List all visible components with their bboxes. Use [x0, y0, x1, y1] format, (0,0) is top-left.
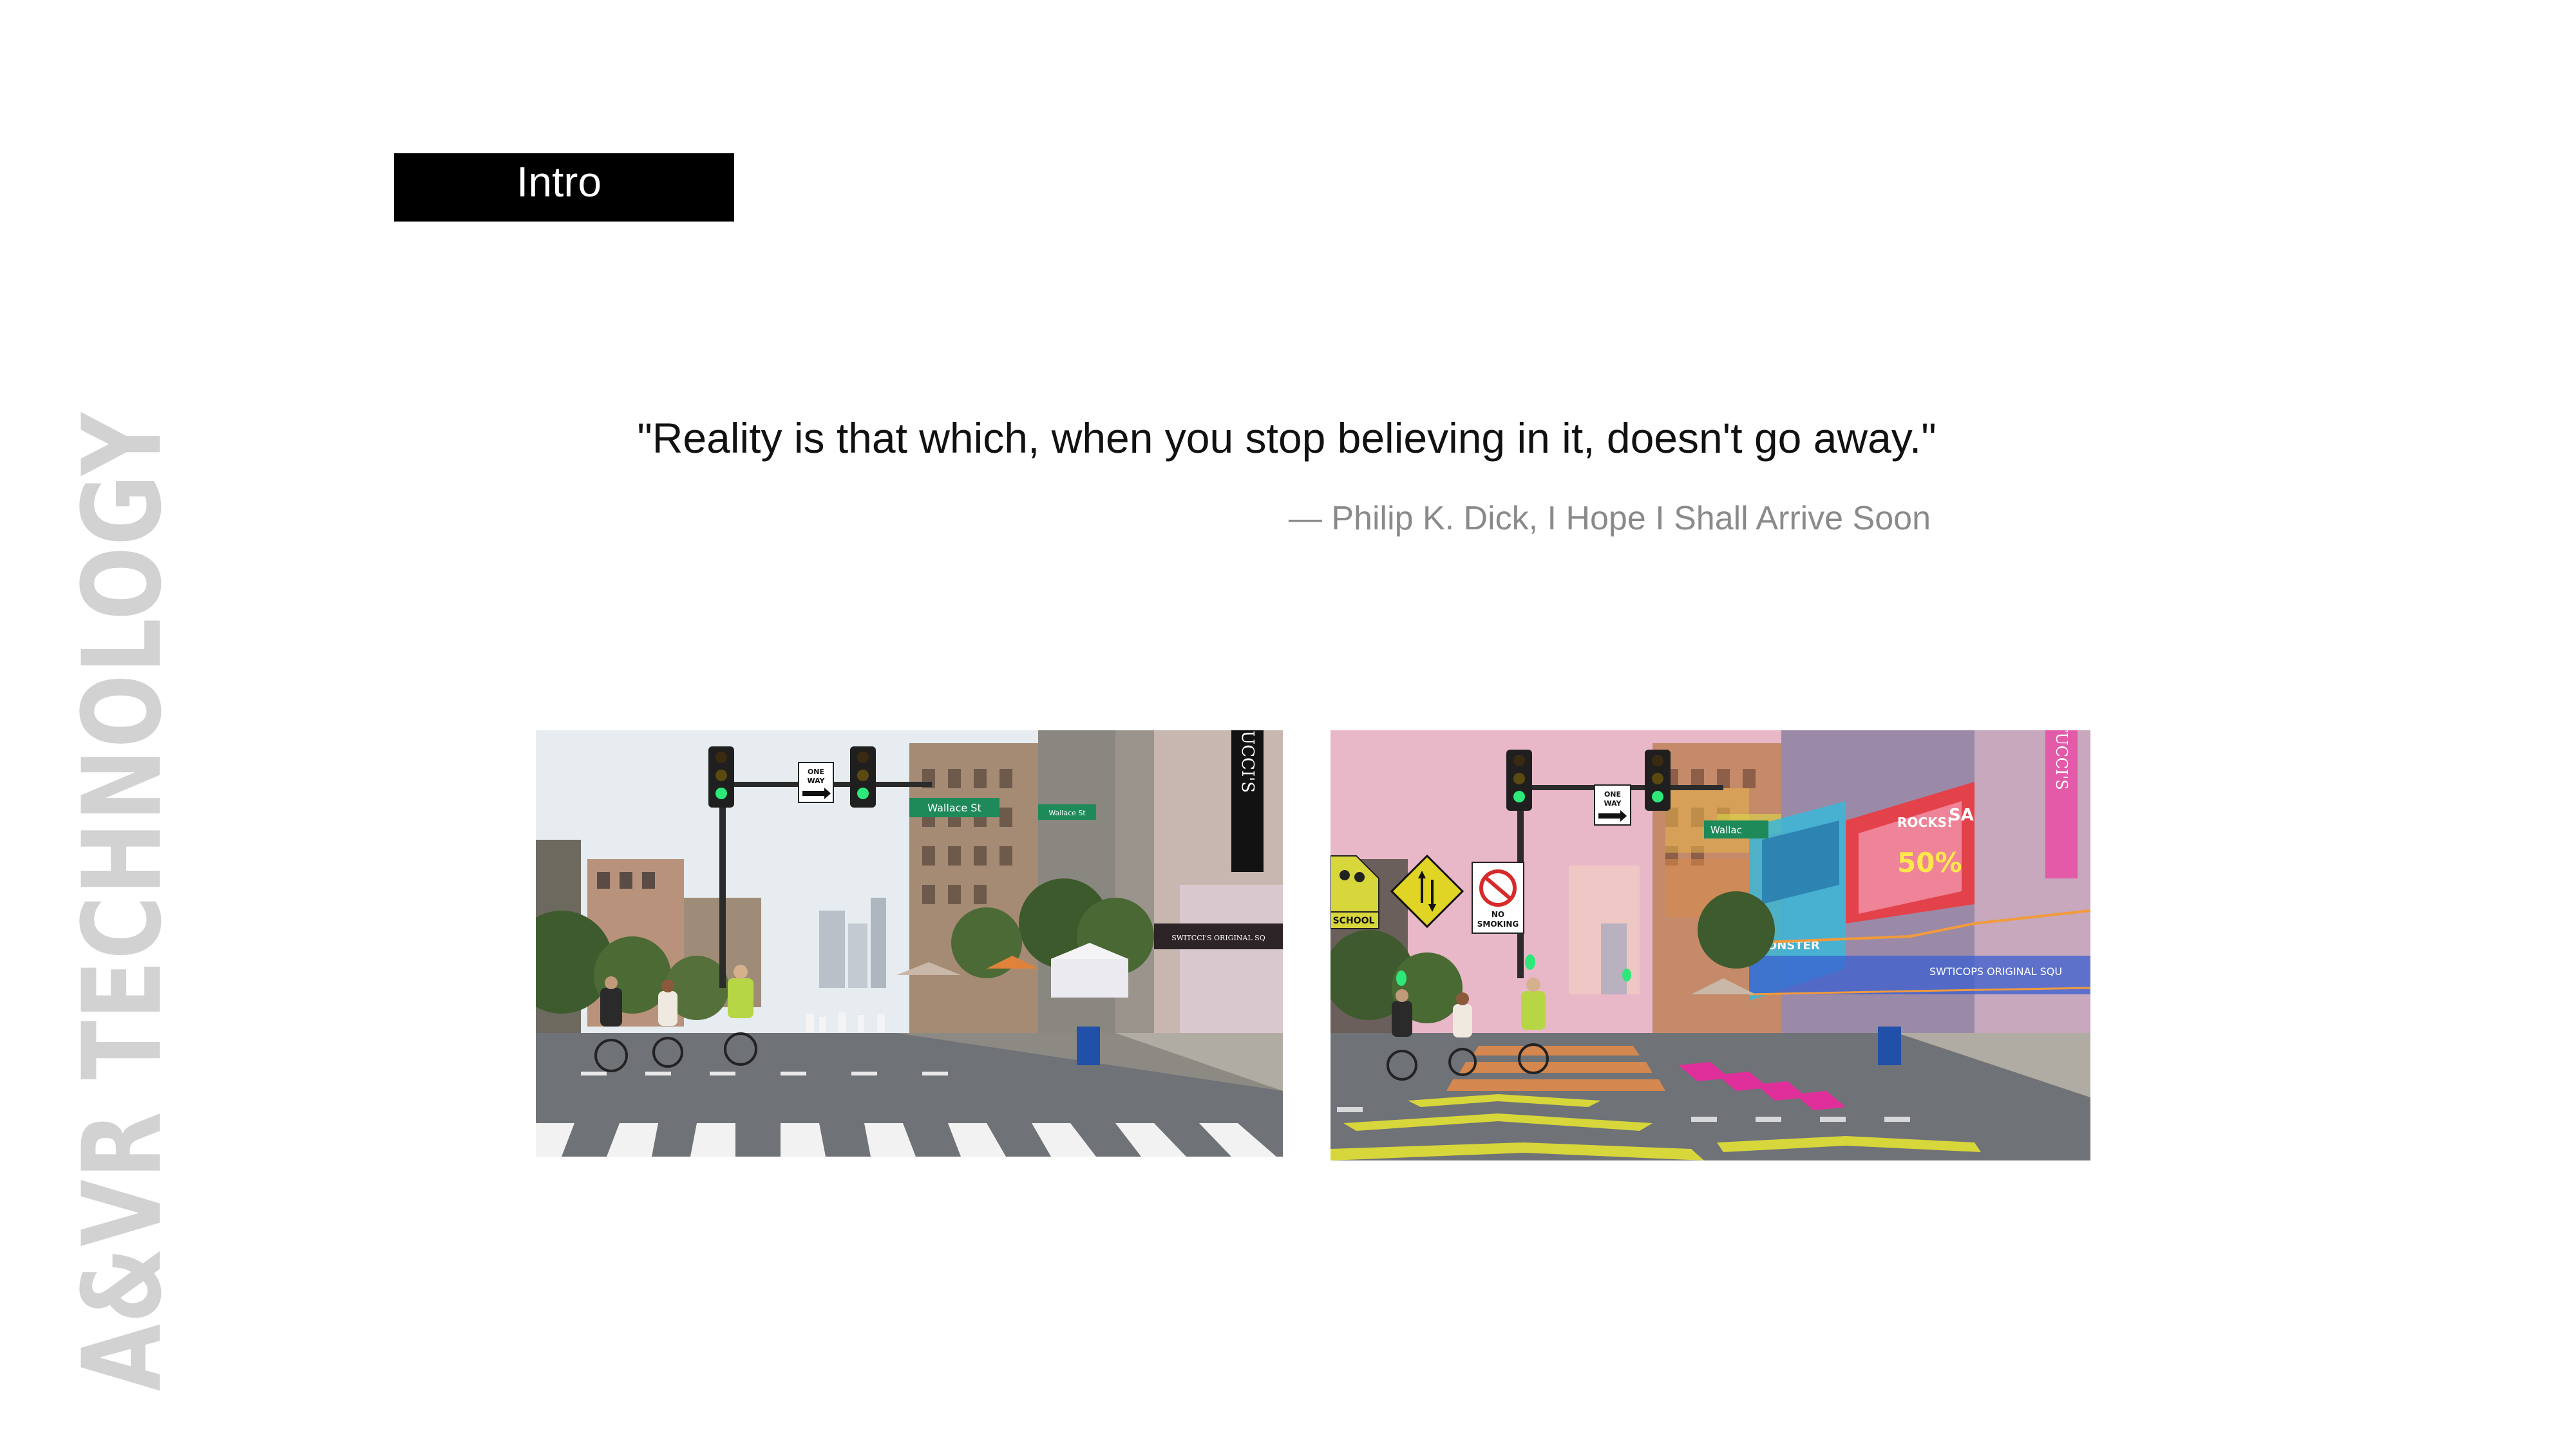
quote-attribution: — Philip K. Dick, I Hope I Shall Arrive …: [1288, 500, 1931, 537]
section-tab: Intro: [394, 153, 734, 222]
section-tab-label: Intro: [516, 158, 602, 205]
quote-text: "Reality is that which, when you stop be…: [637, 414, 1937, 462]
one-way-sign-ar-bottom: WAY: [1604, 799, 1622, 808]
billboard-rocks: ROCKS!: [1897, 815, 1953, 830]
no-smoking-sign-line2: SMOKING: [1477, 920, 1519, 929]
awning-sign: SWITCCI'S ORIGINAL SQ: [1171, 934, 1265, 942]
store-vertical-sign-ar: TUCCI'S: [2052, 730, 2070, 790]
street-photo-after-ar: ROCKS! 50% SALE TUCCI'S SWTICOPS ORIGINA…: [1331, 730, 2090, 1160]
side-title-container: A&VR TECHNOLOGY: [64, 399, 180, 1391]
street-photo-before: SWITCCI'S ORIGINAL SQ TUCCI'S ONE WAY Wa…: [536, 730, 1283, 1157]
street-photo-before-image: SWITCCI'S ORIGINAL SQ TUCCI'S ONE WAY Wa…: [536, 730, 1283, 1157]
street-sign-small: Wallace St: [1048, 809, 1086, 817]
school-sign: SCHOOL: [1333, 916, 1375, 926]
side-title-text: A&VR TECHNOLOGY: [64, 412, 180, 1391]
street-sign: Wallace St: [927, 802, 981, 814]
billboard-percent: 50%: [1897, 847, 1962, 878]
street-sign-ar: Wallac: [1710, 824, 1742, 836]
one-way-sign-top: ONE: [808, 768, 824, 776]
awning-sign-ar: SWTICOPS ORIGINAL SQU: [1929, 965, 2062, 978]
store-vertical-sign: TUCCI'S: [1238, 730, 1257, 793]
street-photo-after-ar-image: ROCKS! 50% SALE TUCCI'S SWTICOPS ORIGINA…: [1331, 730, 2090, 1160]
no-smoking-sign-line1: NO: [1492, 910, 1504, 919]
one-way-sign-bottom: WAY: [807, 777, 825, 785]
side-title: A&VR TECHNOLOGY: [64, 399, 180, 1391]
one-way-sign-ar-top: ONE: [1604, 790, 1621, 799]
